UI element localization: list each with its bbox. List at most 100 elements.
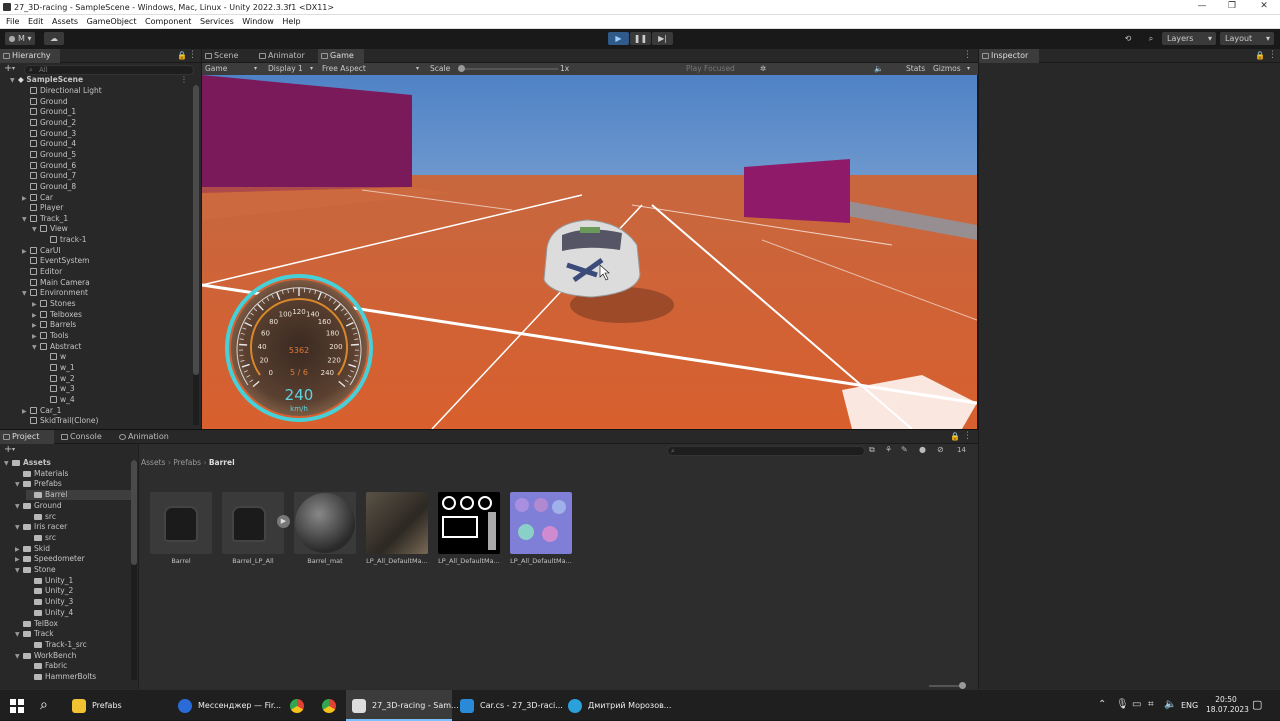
- game-render[interactable]: 020406080100120140160180200220240 5362 5…: [202, 75, 977, 429]
- tab-animation[interactable]: Animation: [116, 430, 180, 444]
- hierarchy-item[interactable]: w_3: [42, 384, 75, 394]
- expand-arrow-icon[interactable]: ▶: [15, 555, 23, 565]
- taskbar-app-chrome-2[interactable]: [314, 690, 344, 721]
- scene-root[interactable]: ▼◆ SampleScene: [24, 75, 83, 85]
- breadcrumb-prefabs[interactable]: Prefabs: [173, 458, 201, 467]
- expand-prefab-icon[interactable]: ▶: [277, 515, 290, 528]
- hierarchy-item[interactable]: Ground_7: [22, 171, 76, 181]
- cloud-icon[interactable]: ☁: [44, 32, 64, 45]
- hierarchy-scrollbar[interactable]: [193, 85, 199, 425]
- hierarchy-item[interactable]: ▼View: [32, 224, 68, 234]
- taskbar-app-firefox[interactable]: Мессенджер — Fir...: [172, 690, 278, 721]
- hierarchy-item[interactable]: Ground_5: [22, 150, 76, 160]
- menu-services[interactable]: Services: [200, 15, 234, 28]
- taskbar-app-vscode[interactable]: Car.cs - 27_3D-raci...: [454, 690, 560, 721]
- hierarchy-item[interactable]: ▶CarUI: [22, 246, 61, 256]
- taskbar-app-explorer[interactable]: Prefabs: [66, 690, 170, 721]
- project-folder-item[interactable]: ▼Prefabs: [15, 479, 62, 489]
- asset-barrel-mat[interactable]: Barrel_mat: [293, 492, 357, 572]
- asset-texture-normal[interactable]: LP_All_DefaultMa...: [509, 492, 573, 572]
- hierarchy-item[interactable]: SkidTrail(Clone): [22, 416, 98, 426]
- tab-scene[interactable]: Scene: [202, 49, 252, 63]
- network-icon[interactable]: ⌗: [1148, 699, 1154, 710]
- label-icon[interactable]: ✎: [901, 445, 908, 454]
- menu-file[interactable]: File: [6, 15, 19, 28]
- tab-console[interactable]: Console: [58, 430, 112, 444]
- play-button[interactable]: ▶: [608, 32, 629, 45]
- layout-dropdown[interactable]: Layout▾: [1220, 32, 1274, 45]
- step-button[interactable]: ▶|: [652, 32, 673, 45]
- expand-arrow-icon[interactable]: ▶: [22, 194, 30, 204]
- expand-arrow-icon[interactable]: ▼: [15, 630, 23, 640]
- info-icon[interactable]: ●: [919, 445, 926, 454]
- tab-project[interactable]: Project: [0, 430, 54, 444]
- project-folder-item[interactable]: Materials: [15, 469, 68, 479]
- hierarchy-scrollbar-thumb[interactable]: [193, 85, 199, 375]
- volume-icon[interactable]: 🔈: [1164, 699, 1176, 710]
- history-icon[interactable]: ⟲: [1118, 32, 1138, 45]
- expand-arrow-icon[interactable]: ▶: [22, 407, 30, 417]
- breadcrumb-barrel[interactable]: Barrel: [209, 458, 235, 467]
- asset-barrel-lp-all[interactable]: ▶ Barrel_LP_All: [221, 492, 285, 572]
- windows-start-icon[interactable]: [10, 699, 24, 713]
- icon-size-slider[interactable]: [929, 685, 963, 687]
- stats-button[interactable]: Stats: [906, 63, 925, 75]
- microphone-icon[interactable]: 🎙: [1116, 699, 1129, 710]
- filter-type-icon[interactable]: ⧉: [869, 445, 875, 455]
- tab-game[interactable]: Game: [318, 49, 364, 63]
- hierarchy-item[interactable]: Main Camera: [22, 278, 90, 288]
- hierarchy-item[interactable]: ▶Car_1: [22, 406, 61, 416]
- hierarchy-item[interactable]: ▶Stones: [32, 299, 76, 309]
- project-tree-scrollbar[interactable]: [131, 460, 137, 680]
- expand-arrow-icon[interactable]: ▼: [32, 343, 40, 353]
- game-mode-dropdown[interactable]: Game: [205, 63, 227, 75]
- taskbar-app-chrome[interactable]: [282, 690, 312, 721]
- hierarchy-item[interactable]: Directional Light: [22, 86, 102, 96]
- project-add-dropdown-icon[interactable]: ▾: [12, 446, 15, 453]
- asset-texture-mask[interactable]: LP_All_DefaultMa...: [437, 492, 501, 572]
- hierarchy-item[interactable]: Ground: [22, 97, 68, 107]
- inspector-lock-icon[interactable]: 🔒: [1255, 51, 1265, 60]
- menu-edit[interactable]: Edit: [28, 15, 44, 28]
- project-folder-item[interactable]: ▼Iris racer: [15, 522, 67, 532]
- menu-window[interactable]: Window: [242, 15, 274, 28]
- taskbar-app-unity[interactable]: 27_3D-racing - Sam...: [346, 690, 452, 721]
- project-folder-item[interactable]: TelBox: [15, 619, 58, 629]
- project-folder-item[interactable]: Unity_3: [26, 597, 73, 607]
- minimize-icon[interactable]: —: [1190, 1, 1214, 13]
- taskbar-app-telegram[interactable]: Дмитрий Морозов...: [562, 690, 668, 721]
- project-folder-item[interactable]: src: [26, 533, 56, 543]
- hierarchy-item[interactable]: ▶Tools: [32, 331, 68, 341]
- menu-gameobject[interactable]: GameObject: [87, 15, 137, 28]
- expand-arrow-icon[interactable]: ▼: [32, 225, 40, 235]
- expand-arrow-icon[interactable]: ▼: [4, 459, 12, 469]
- expand-arrow-icon[interactable]: ▶: [32, 311, 40, 321]
- project-folder-item[interactable]: Track-1_src: [26, 640, 87, 650]
- hierarchy-item[interactable]: ▼Abstract: [32, 342, 81, 352]
- expand-arrow-icon[interactable]: ▼: [22, 289, 30, 299]
- project-search-input[interactable]: ⌕: [667, 446, 865, 456]
- expand-arrow-icon[interactable]: ▼: [15, 502, 23, 512]
- hierarchy-item[interactable]: Ground_2: [22, 118, 76, 128]
- tab-inspector[interactable]: Inspector: [979, 49, 1039, 63]
- asset-barrel[interactable]: Barrel: [149, 492, 213, 572]
- add-dropdown-icon[interactable]: ▾: [12, 65, 15, 72]
- project-folder-item[interactable]: ▼Ground: [15, 501, 62, 511]
- scale-slider[interactable]: [458, 68, 558, 70]
- hierarchy-item[interactable]: Ground_6: [22, 161, 76, 171]
- project-more-icon[interactable]: ⋮: [963, 431, 972, 441]
- more-icon[interactable]: ⋮: [188, 50, 197, 60]
- project-folder-item[interactable]: ▶Skid: [15, 544, 50, 554]
- expand-arrow-icon[interactable]: ▶: [32, 321, 40, 331]
- visibility-icon[interactable]: ⊘: [937, 445, 944, 454]
- hierarchy-item[interactable]: Ground_1: [22, 107, 76, 117]
- language-indicator[interactable]: ENG: [1181, 701, 1198, 710]
- hierarchy-item[interactable]: w: [42, 352, 66, 362]
- project-lock-icon[interactable]: 🔒: [950, 432, 960, 441]
- hierarchy-search-input[interactable]: ⌕ All: [24, 65, 194, 75]
- layers-dropdown[interactable]: Layers▾: [1162, 32, 1216, 45]
- project-folder-item[interactable]: Unity_1: [26, 576, 73, 586]
- search-icon[interactable]: ⌕: [1142, 32, 1160, 45]
- expand-arrow-icon[interactable]: ▶: [22, 247, 30, 257]
- hierarchy-item[interactable]: w_1: [42, 363, 75, 373]
